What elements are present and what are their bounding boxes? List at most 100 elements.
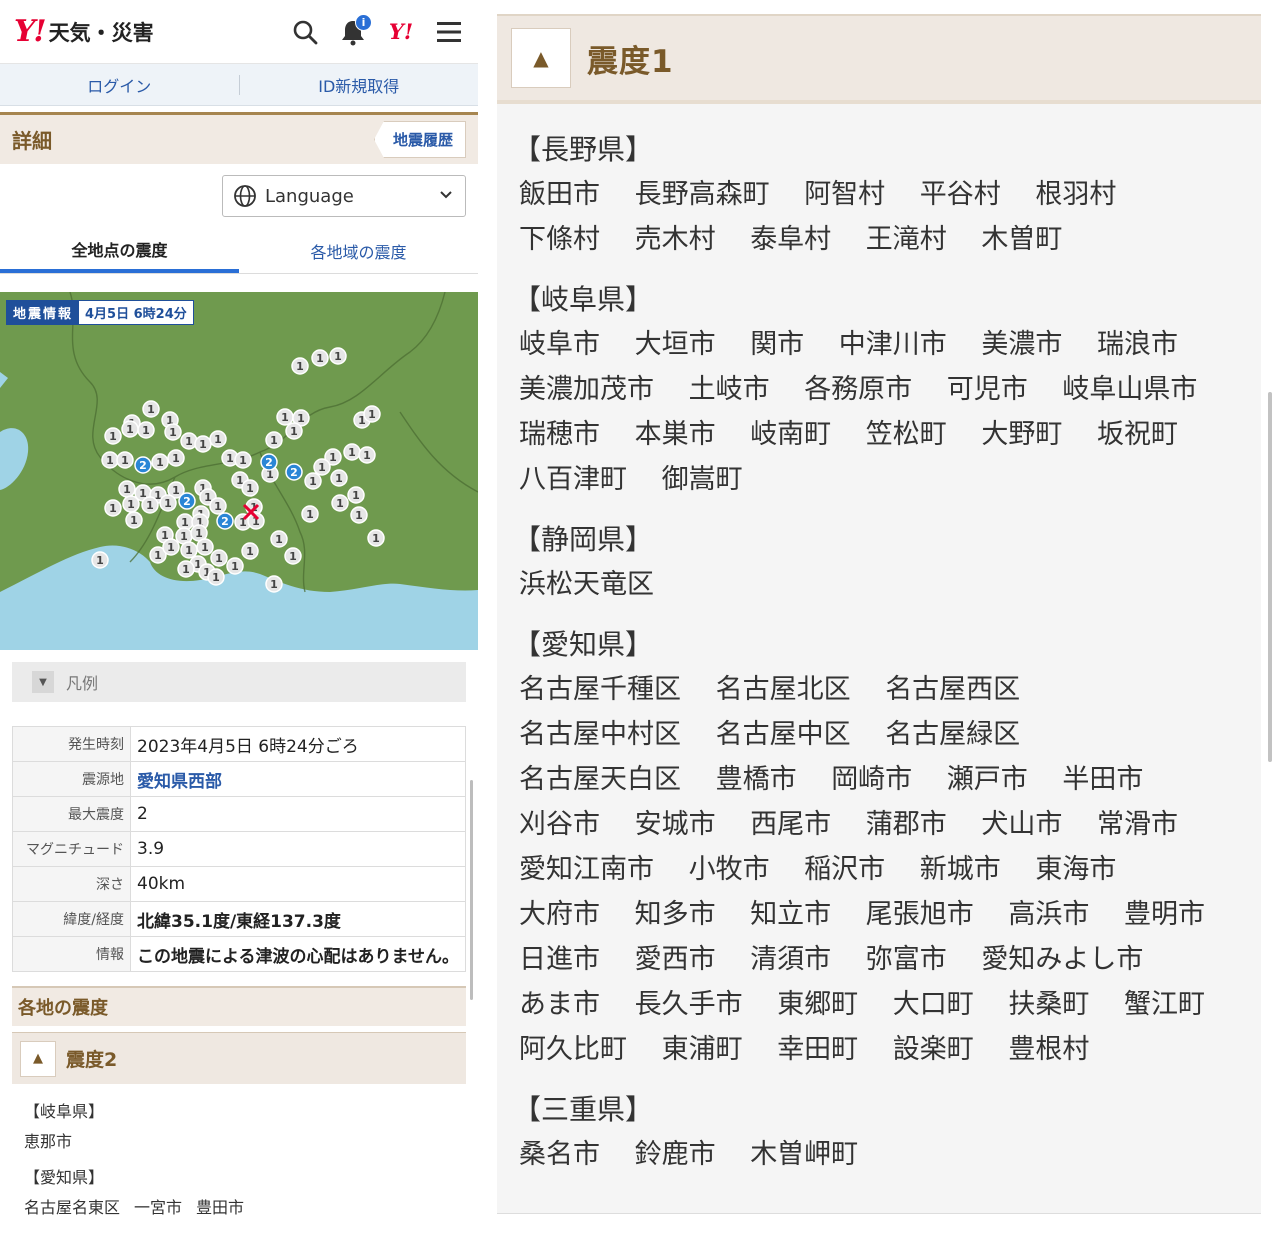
place-name: 知多市 bbox=[634, 899, 716, 930]
intensity-1-marker-label: 1 bbox=[352, 489, 360, 502]
place-name: 大府市 bbox=[519, 899, 600, 930]
intensity-2-marker-label: 2 bbox=[183, 495, 191, 508]
triangle-up-icon[interactable]: ▲ bbox=[20, 1040, 56, 1077]
info-key: 発生時刻 bbox=[12, 726, 131, 762]
legend-toggle[interactable]: ▼ 凡例 bbox=[12, 662, 466, 702]
intensity-1-marker-label: 1 bbox=[185, 544, 193, 557]
intensity-1-marker-label: 1 bbox=[239, 454, 247, 467]
left-scrollbar[interactable] bbox=[470, 780, 473, 1000]
yahoo-icon[interactable]: Y! bbox=[384, 15, 418, 49]
place-name: 瀬戸市 bbox=[946, 764, 1028, 795]
place-name: 知立市 bbox=[750, 899, 832, 930]
prefecture-heading: 【岐阜県】 bbox=[513, 283, 654, 316]
intensity-1-marker-label: 1 bbox=[127, 498, 135, 511]
earthquake-history-button[interactable]: 地震履歴 bbox=[373, 121, 466, 158]
info-key: 震源地 bbox=[12, 761, 131, 797]
earthquake-info-table: 発生時刻 2023年4月5日 6時24分ごろ 震源地 愛知県西部 最大震度 2 マグニチュー… bbox=[12, 726, 466, 972]
place-list: 飯田市 長野高森町 阿智村 平谷村 根羽村 下條村 売木村 泰阜村 王滝村 木曽… bbox=[519, 172, 1239, 262]
intensity-2-marker-label: 2 bbox=[221, 515, 229, 528]
map-badge-title: 地震情報 bbox=[7, 301, 80, 324]
place-name: 岐南町 bbox=[750, 419, 832, 450]
place-name: 犬山市 bbox=[981, 809, 1063, 840]
intensity-1-marker-label: 1 bbox=[172, 452, 180, 465]
info-value: 北緯35.1度/東経137.3度 bbox=[130, 901, 466, 937]
shindo1-header[interactable]: ▲ 震度1 bbox=[497, 16, 1261, 104]
place-name: 名古屋北区 bbox=[715, 674, 851, 705]
info-row: 最大震度 2 bbox=[12, 796, 466, 832]
place-name: 岡崎市 bbox=[831, 764, 913, 795]
place-name: 小牧市 bbox=[688, 854, 770, 885]
place-name: 大野町 bbox=[981, 419, 1063, 450]
intensity-2-marker-label: 2 bbox=[290, 466, 298, 479]
site-logo[interactable]: Y! 天気・災害 bbox=[14, 14, 154, 49]
prefecture-heading: 【三重県】 bbox=[513, 1093, 654, 1126]
info-value[interactable]: 愛知県西部 bbox=[130, 761, 466, 797]
place-name: 常滑市 bbox=[1096, 809, 1178, 840]
place-name: 飯田市 bbox=[519, 179, 600, 210]
tab-regions[interactable]: 各地域の震度 bbox=[239, 228, 478, 273]
notification-badge: i bbox=[355, 13, 372, 31]
signup-link[interactable]: ID新規取得 bbox=[240, 73, 479, 97]
tab-all-points[interactable]: 全地点の震度 bbox=[0, 228, 239, 273]
place-name: 木曽町 bbox=[981, 224, 1063, 255]
search-icon[interactable] bbox=[288, 15, 322, 49]
intensity-1-marker-label: 1 bbox=[334, 350, 342, 363]
place-list: 桑名市 鈴鹿市 木曽岬町 bbox=[519, 1132, 1239, 1177]
place-name: 瑞浪市 bbox=[1096, 329, 1178, 360]
info-key: 最大震度 bbox=[12, 796, 131, 832]
globe-icon bbox=[234, 185, 256, 207]
intensity-1-marker-label: 1 bbox=[201, 541, 209, 554]
place-name: 長久手市 bbox=[634, 989, 743, 1020]
intensity-1-marker-label: 1 bbox=[182, 563, 190, 576]
place-name: 笠松町 bbox=[865, 419, 947, 450]
prefecture-heading: 【愛知県】 bbox=[24, 1168, 105, 1187]
place-name: 木曽岬町 bbox=[750, 1139, 859, 1170]
intensity-1-marker-label: 1 bbox=[146, 499, 154, 512]
intensity-1-marker-label: 1 bbox=[199, 438, 207, 451]
place-name: 本巣市 bbox=[634, 419, 716, 450]
login-link[interactable]: ログイン bbox=[0, 73, 239, 97]
language-label: Language bbox=[265, 185, 354, 207]
intensity-1-marker-label: 1 bbox=[215, 552, 223, 565]
shindo2-list: 【岐阜県】 恵那市 【愛知県】 名古屋名東区 一宮市 豊田市 bbox=[12, 1084, 466, 1236]
intensity-1-marker-label: 1 bbox=[126, 423, 134, 436]
menu-icon[interactable] bbox=[432, 15, 466, 49]
chevron-down-icon bbox=[439, 188, 453, 204]
map-badge-time: 4月5日 6時24分 bbox=[79, 301, 193, 324]
place-name: 東浦町 bbox=[661, 1034, 743, 1065]
place-name: 名古屋緑区 bbox=[885, 719, 1021, 750]
place-name: 稲沢市 bbox=[804, 854, 886, 885]
place-name: 豊明市 bbox=[1123, 899, 1205, 930]
intensity-1-marker-label: 1 bbox=[226, 452, 234, 465]
place-name: 弥富市 bbox=[865, 944, 947, 975]
info-value: 2023年4月5日 6時24分ごろ bbox=[130, 726, 466, 762]
intensity-1-marker-label: 1 bbox=[214, 433, 222, 446]
map-info-badge: 地震情報 4月5日 6時24分 bbox=[6, 300, 194, 325]
language-select[interactable]: Language bbox=[222, 175, 466, 217]
site-logo-text: 天気・災害 bbox=[48, 20, 154, 45]
intensity-1-marker-label: 1 bbox=[316, 352, 324, 365]
shindo2-header[interactable]: ▲ 震度2 bbox=[12, 1032, 466, 1084]
place-name: 中津川市 bbox=[838, 329, 947, 360]
bell-icon[interactable]: i bbox=[336, 13, 372, 49]
intensity-1-marker-label: 1 bbox=[167, 541, 175, 554]
intensity-1-marker-label: 1 bbox=[355, 509, 363, 522]
place-list: 岐阜市 大垣市 関市 中津川市 美濃市 瑞浪市 美濃加茂市 土岐市 各務原市 可… bbox=[519, 322, 1239, 502]
earthquake-map[interactable]: 1111111111111111111111111111111111111111… bbox=[0, 292, 478, 650]
place-name: 蒲郡市 bbox=[865, 809, 947, 840]
place-name: 八百津町 bbox=[519, 464, 627, 495]
intensity-1-marker-label: 1 bbox=[185, 435, 193, 448]
place-name: 可児市 bbox=[946, 374, 1028, 405]
intensity-1-marker-label: 1 bbox=[96, 554, 104, 567]
prefecture-heading: 【愛知県】 bbox=[513, 628, 654, 661]
triangle-up-icon[interactable]: ▲ bbox=[511, 28, 571, 88]
right-scrollbar[interactable] bbox=[1268, 392, 1272, 762]
place-name: 名古屋千種区 bbox=[519, 674, 681, 705]
shindo2-label: 震度2 bbox=[66, 1049, 118, 1071]
info-value: 40km bbox=[130, 866, 466, 902]
place-name: 豊根村 bbox=[1008, 1034, 1090, 1065]
place-name: 浜松天竜区 bbox=[519, 569, 654, 600]
place-name: 御嵩町 bbox=[661, 464, 743, 495]
intensity-1-marker-label: 1 bbox=[335, 472, 343, 485]
intensity-1-marker-label: 1 bbox=[109, 430, 117, 443]
